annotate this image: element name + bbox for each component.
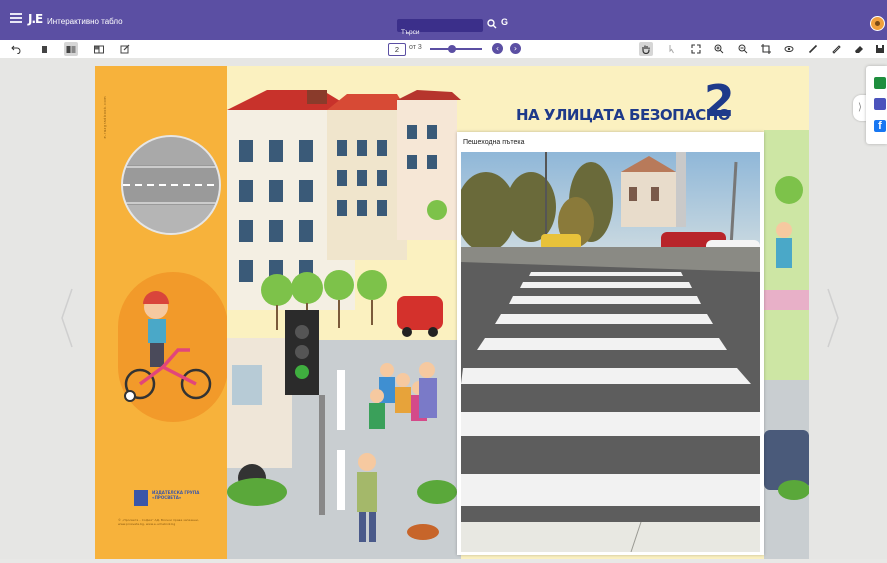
- lesson-number: 2: [704, 76, 735, 127]
- user-avatar[interactable]: [870, 16, 885, 31]
- zoom-out-icon[interactable]: [736, 42, 750, 56]
- street-illustration: [227, 90, 461, 559]
- lesson-title: НА УЛИЦАТА БЕЗОПАСНО: [516, 106, 731, 124]
- zoom-slider-handle[interactable]: [447, 45, 456, 53]
- road-marking-illustration: [121, 135, 221, 235]
- save-icon[interactable]: [873, 42, 887, 56]
- next-spread-arrow[interactable]: [826, 287, 840, 349]
- fullscreen-icon[interactable]: [689, 42, 703, 56]
- search-field[interactable]: [397, 19, 487, 39]
- menu-icon[interactable]: [10, 13, 24, 25]
- grid-page-icon[interactable]: [92, 42, 106, 56]
- crosswalk-photo[interactable]: [461, 152, 760, 552]
- google-classroom-icon[interactable]: [874, 77, 886, 89]
- teams-icon[interactable]: [874, 98, 886, 110]
- prev-spread-arrow[interactable]: [60, 287, 74, 349]
- app-logo: Ј.Е: [28, 12, 43, 26]
- search-engine-button[interactable]: G: [501, 17, 508, 27]
- crop-icon[interactable]: [759, 42, 773, 56]
- single-page-icon[interactable]: [38, 42, 52, 56]
- vertical-credit: e-razgradbook.com: [103, 96, 107, 139]
- double-page-icon[interactable]: [64, 42, 78, 56]
- park-illustration: [764, 130, 810, 559]
- pointer-icon[interactable]: [665, 42, 679, 56]
- app-header: Ј.Е Интерактивно табло G: [0, 0, 887, 40]
- zoom-in-icon[interactable]: [712, 42, 726, 56]
- undo-icon[interactable]: [9, 42, 23, 56]
- zoom-slider[interactable]: [430, 48, 482, 50]
- search-input[interactable]: [397, 26, 487, 39]
- next-page-button[interactable]: ›: [510, 43, 521, 54]
- publisher-logo-icon: [134, 490, 148, 506]
- marker-icon[interactable]: [829, 42, 843, 56]
- eye-icon[interactable]: [782, 42, 796, 56]
- facebook-icon[interactable]: f: [874, 120, 886, 132]
- edit-note-icon[interactable]: [118, 42, 132, 56]
- photo-caption: Пешеходна пътека: [463, 139, 525, 146]
- prev-page-button[interactable]: ‹: [492, 43, 503, 54]
- publisher-logo-text: ИЗДАТЕЛСКА ГРУПА «ПРОСВЕТА»: [152, 490, 200, 500]
- pen-icon[interactable]: [806, 42, 820, 56]
- share-panel-toggle[interactable]: ⟩: [853, 95, 867, 121]
- search-icon[interactable]: [487, 19, 497, 29]
- page-number-field[interactable]: 2: [388, 43, 406, 56]
- hand-icon[interactable]: [639, 42, 653, 56]
- legal-text: © „Просвета – София“ АД, Всички права за…: [118, 518, 199, 526]
- page-count: от 3: [409, 44, 422, 51]
- cyclist-illustration: [118, 272, 228, 422]
- app-title: Интерактивно табло: [47, 17, 123, 26]
- eraser-icon[interactable]: [852, 42, 866, 56]
